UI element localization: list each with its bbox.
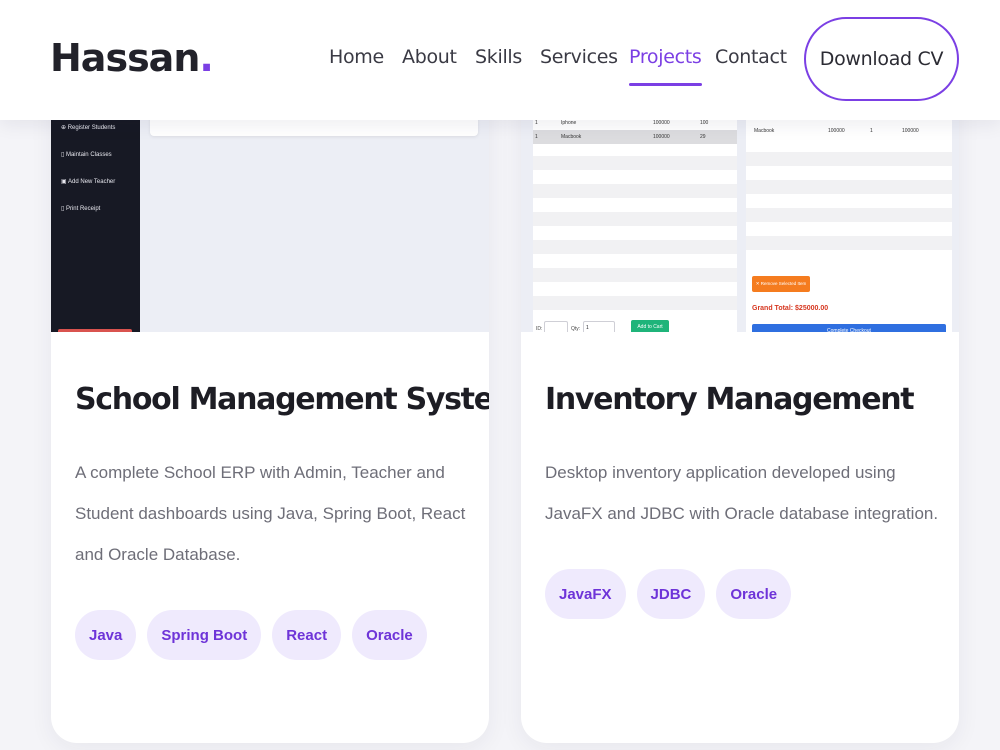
thumb-id-input xyxy=(544,321,568,332)
project-tags: Java Spring Boot React Oracle xyxy=(75,610,427,660)
thumb-cart-row xyxy=(746,180,952,194)
tag-oracle: Oracle xyxy=(716,569,792,619)
thumb-table-row xyxy=(533,212,737,226)
thumb-sidebar-item: ▣ Add New Teacher xyxy=(61,179,116,185)
tag-jdbc: JDBC xyxy=(636,569,706,619)
project-description: A complete School ERP with Admin, Teache… xyxy=(75,463,466,564)
download-cv-button[interactable]: Download CV xyxy=(804,17,959,101)
thumb-cart-row xyxy=(746,152,952,166)
logo-text: Hassan xyxy=(50,36,200,80)
thumb-table-row xyxy=(533,268,737,282)
thumb-qty-label: Qty: xyxy=(571,326,581,332)
project-title: Inventory Management xyxy=(545,382,915,417)
thumb-table-row xyxy=(533,240,737,254)
nav-projects-label: Projects xyxy=(629,46,702,68)
logo[interactable]: Hassan. xyxy=(50,36,214,80)
tag-oracle: Oracle xyxy=(352,610,427,660)
thumb-cart-row: Macbook 100000 1 100000 xyxy=(754,128,919,134)
thumb-cart-row xyxy=(746,236,952,250)
nav-about[interactable]: About xyxy=(402,46,457,68)
thumb-id-label: ID: xyxy=(536,326,543,332)
thumb-sidebar-item: ▯ Maintain Classes xyxy=(61,152,112,158)
thumb-grand-total: Grand Total: $25000.00 xyxy=(752,305,829,312)
tag-spring-boot: Spring Boot xyxy=(147,610,262,660)
nav-services[interactable]: Services xyxy=(540,46,618,68)
thumb-sidebar-item: ⊕ Register Students xyxy=(61,125,116,131)
thumb-table-row xyxy=(533,184,737,198)
site-header: Hassan. Home About Skills Services Proje… xyxy=(0,0,1000,120)
tag-java: Java xyxy=(75,610,137,660)
project-card-inventory: 1 Iphone 100000 100 1 Macbook 100000 29 … xyxy=(521,40,959,743)
logo-dot: . xyxy=(199,36,213,80)
thumb-table-row: 1 Macbook 100000 29 xyxy=(533,130,737,144)
nav-skills[interactable]: Skills xyxy=(475,46,522,68)
thumb-sidebar-button xyxy=(58,329,132,332)
thumb-sidebar-item: ▯ Print Receipt xyxy=(61,206,101,212)
project-tags: JavaFX JDBC Oracle xyxy=(545,569,792,619)
project-card-school: ⊕ Register Students ▯ Maintain Classes ▣… xyxy=(51,40,489,743)
active-nav-underline xyxy=(629,83,702,86)
thumb-table-row xyxy=(533,296,737,310)
nav-contact[interactable]: Contact xyxy=(715,46,787,68)
nav-home[interactable]: Home xyxy=(329,46,384,68)
thumb-checkout-button: Complete Checkout xyxy=(752,324,946,332)
nav-projects[interactable]: Projects xyxy=(629,46,702,86)
tag-javafx: JavaFX xyxy=(545,569,626,619)
tag-react: React xyxy=(272,610,342,660)
thumb-remove-button: ✕ Remove Selected Item xyxy=(752,276,810,292)
thumb-table-row xyxy=(533,156,737,170)
thumb-qty-input: 1 xyxy=(583,321,615,332)
project-description: Desktop inventory application developed … xyxy=(545,463,939,523)
thumb-cart-row xyxy=(746,208,952,222)
thumb-add-button: Add to Cart xyxy=(631,320,669,332)
project-title: School Management System xyxy=(75,382,489,417)
